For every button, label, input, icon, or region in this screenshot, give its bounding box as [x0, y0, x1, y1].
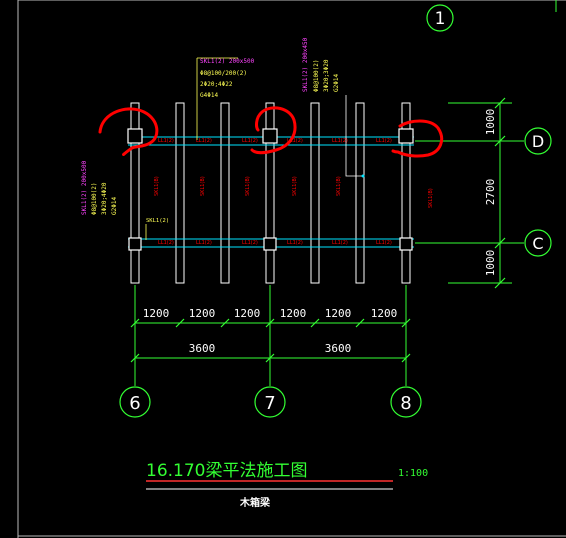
column-7-c [263, 237, 277, 251]
top-beam-label-6: LL1(2) [376, 138, 392, 144]
axis-label-8: 8 [400, 393, 411, 414]
vertical-label-6: SKL1(B) [428, 188, 434, 208]
annotation-top-left-title: SKL1(2) 200x500 [200, 58, 255, 65]
axis-label-1: 1 [435, 9, 446, 29]
annotation-left-line2: 3Φ20;4Φ20 [101, 182, 108, 215]
bay-dim-4: 1200 [280, 307, 307, 320]
annotation-left: SKL1(2) 200x500 Φ8@100(2) 3Φ20;4Φ20 G2Φ1… [81, 160, 118, 215]
vertical-label-4: SKL1(B) [292, 176, 298, 196]
bay-dim-2: 1200 [189, 307, 216, 320]
span-dim-1: 3600 [189, 342, 216, 355]
bay-dim-6: 1200 [371, 307, 398, 320]
bottom-beam-label-6: LL1(2) [376, 240, 392, 246]
post-5 [310, 102, 320, 284]
vertical-label-5: SKL1(B) [336, 176, 342, 196]
annotation-top-mid-line3: G2Φ14 [333, 74, 340, 92]
vertical-beam-labels: SKL1(B) SKL1(B) SKL1(B) SKL1(B) SKL1(B) … [154, 176, 434, 208]
top-beam-label-2: LL1(2) [196, 138, 212, 144]
annotation-top-mid: SKL1(2) 200x450 Φ8@100(2) 3Φ20;3Φ20 G2Φ1… [302, 37, 340, 92]
axis-label-c: C [532, 234, 543, 253]
columns [127, 128, 414, 251]
top-beam-label-5: LL1(2) [332, 138, 348, 144]
bay-dim-1: 1200 [143, 307, 170, 320]
post-2 [175, 102, 185, 284]
annotation-top-mid-line2: 3Φ20;3Φ20 [323, 59, 330, 92]
annotation-left-line3: G2Φ14 [111, 197, 118, 215]
column-7-d [262, 128, 278, 144]
annotation-top-left: SKL1(2) 200x500 Φ8@100/200(2) 2Φ20;4Φ22 … [200, 58, 255, 99]
bottom-beam-label-5: LL1(2) [332, 240, 348, 246]
axis-label-d: D [532, 132, 544, 151]
annotation-top-left-line1: Φ8@100/200(2) [200, 70, 247, 77]
span-dim-2: 3600 [325, 342, 352, 355]
annotation-top-mid-line1: Φ8@100(2) [313, 59, 320, 92]
vertical-label-3: SKL1(B) [245, 176, 251, 196]
bottom-beam-label-2: LL1(2) [196, 240, 212, 246]
axis-bubble-6: 6 [119, 386, 151, 418]
drawing-scale: 1:100 [398, 468, 428, 479]
vertical-label-2: SKL1(B) [200, 176, 206, 196]
axis-bubble-7: 7 [254, 386, 286, 418]
axis-label-6: 6 [129, 393, 140, 414]
right-dim-text-1: 1000 [484, 109, 497, 136]
annotation-left-line1: Φ8@100(2) [91, 182, 98, 215]
right-dim-text-3: 1000 [484, 250, 497, 277]
annotation-top-mid-title: SKL1(2) 200x450 [302, 37, 309, 92]
drawing-subtitle: 木箱梁 [239, 496, 271, 509]
vertical-label-1: SKL1(B) [154, 176, 160, 196]
column-6-c [128, 237, 142, 251]
bottom-beam-label-1: LL1(2) [158, 240, 174, 246]
bottom-beam-label-4: LL1(2) [287, 240, 303, 246]
column-6-d [127, 128, 143, 144]
bay-dim-5: 1200 [325, 307, 352, 320]
annotation-top-left-line3: G4Φ14 [200, 92, 218, 99]
annotation-left-title: SKL1(2) 200x500 [81, 160, 88, 215]
post-3 [220, 102, 230, 284]
post-6 [355, 102, 365, 284]
annotation-skl1-label: SKL1(2) [146, 218, 169, 224]
bay-dim-3: 1200 [234, 307, 261, 320]
axis-bubble-8: 8 [390, 386, 422, 418]
cad-drawing: 1 1000 2700 1000 D C LL1(2) LL1(2) LL1(2… [17, 0, 566, 538]
leader-right-dot [361, 174, 365, 178]
bottom-beam-label-3: LL1(2) [242, 240, 258, 246]
title-block: 16.170梁平法施工图 1:100 木箱梁 [146, 461, 428, 509]
top-beam-label-1: LL1(2) [158, 138, 174, 144]
axis-bubble-1: 1 [426, 4, 454, 32]
horizontal-beams [128, 136, 414, 248]
top-beam-label-3: LL1(2) [242, 138, 258, 144]
annotation-top-left-line2: 2Φ20;4Φ22 [200, 81, 233, 88]
right-dimension-chain: 1000 2700 1000 [448, 97, 512, 289]
right-dim-text-2: 2700 [484, 179, 497, 206]
column-8-d [398, 128, 414, 144]
column-8-c [399, 237, 413, 251]
leader-right [345, 95, 362, 177]
drawing-title: 16.170梁平法施工图 [146, 461, 307, 481]
axis-bubble-c: C [524, 229, 552, 257]
axis-label-7: 7 [264, 393, 275, 414]
axis-bubble-d: D [524, 127, 552, 155]
